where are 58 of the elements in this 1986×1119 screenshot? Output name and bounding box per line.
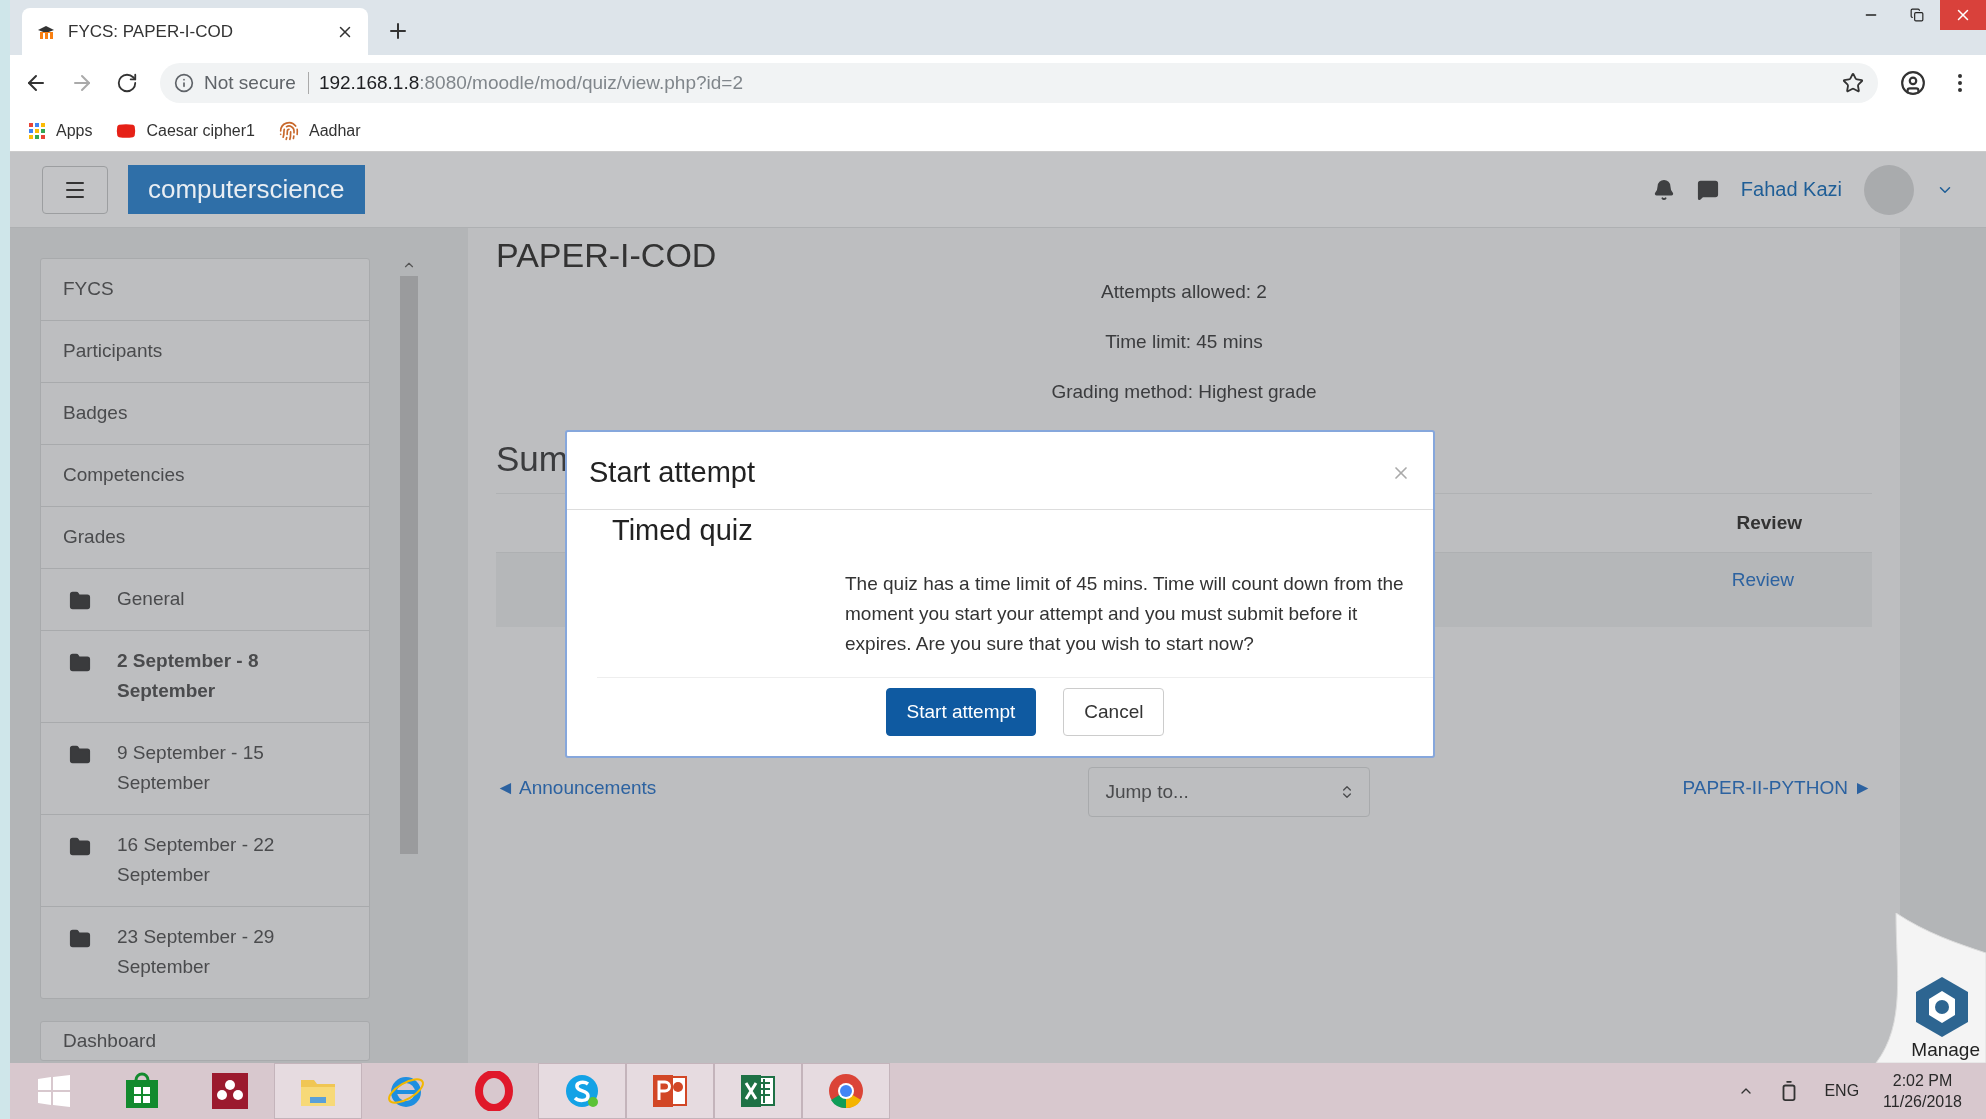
url-text: 192.168.1.8:8080/moodle/mod/quiz/view.php?id=2 [318,71,743,94]
clock[interactable]: 2:02 PM 11/26/2018 [1883,1070,1962,1112]
graduation-cap-icon [36,23,56,40]
fingerprint-icon [278,120,299,141]
bookmark-star-icon[interactable] [1842,71,1864,94]
page-title: PAPER-I-COD [496,236,718,275]
section-heading: Sum [496,439,568,479]
start-attempt-button[interactable]: Start attempt [885,688,1037,736]
address-bar[interactable]: Not secure 192.168.1.8:8080/moodle/mod/quiz/view.php?id=2 [160,62,1878,103]
bell-icon[interactable] [1652,178,1675,201]
sidebar-item[interactable]: FYCS [41,259,369,321]
quiz-info: Time limit: 45 mins [1104,331,1264,353]
sidebar-item[interactable]: 16 September - 22 September [41,815,369,907]
user-name[interactable]: Fahad Kazi [1740,178,1842,201]
folder-icon [69,652,91,670]
folder-icon [69,928,91,946]
jump-select[interactable]: Jump to... [1088,767,1371,817]
ring-o-icon[interactable] [474,1071,514,1111]
sidebar-item[interactable]: General [41,569,369,631]
browser-ball-icon[interactable] [826,1071,866,1111]
next-link[interactable]: PAPER-II-PYTHON ► [1682,777,1872,799]
dialog-heading: Timed quiz [612,514,754,547]
folder-icon [69,590,91,608]
quiz-info: Attempts allowed: 2 [1100,281,1268,303]
previous-link[interactable]: ◄ Announcements [496,777,657,799]
info-icon [174,72,194,93]
bookmark-link[interactable]: Apps [28,121,93,140]
grid-icon [28,121,46,140]
sidebar-item[interactable]: Competencies [41,445,369,507]
scrollbar-thumb[interactable] [400,276,418,854]
security-label: Not secure [204,71,309,94]
cancel-button[interactable]: Cancel [1063,688,1165,736]
sidebar-item[interactable]: Badges [41,383,369,445]
dialog-title: Start attempt [589,456,755,489]
sidebar-item[interactable]: Participants [41,321,369,383]
sidebar-item[interactable]: 9 September - 15 September [41,723,369,815]
taskbar-button[interactable] [626,1063,714,1119]
chat-icon[interactable] [1696,178,1719,201]
dialog-message: The quiz has a time limit of 45 mins. Time will count down from the moment you start your attempt and you must submit before it expires. Are you sure that you wish to start now? [845,572,1405,656]
site-name[interactable]: computerscience [128,165,365,214]
folder-icon [69,836,91,854]
menu-button[interactable] [42,165,108,214]
taskbar-button[interactable] [714,1063,802,1119]
sidebar-item[interactable]: Grades [41,507,369,569]
language-indicator[interactable]: ENG [1824,1082,1860,1100]
sidebar-item[interactable]: 2 September - 8 September [41,631,369,723]
review-link[interactable]: Review [1731,569,1794,591]
browser-tab[interactable]: FYCS: PAPER-I-COD [22,8,368,55]
folder-icon [69,744,91,762]
bookmark-link[interactable]: Caesar cipher1 [116,120,255,141]
sidebar-item[interactable]: 23 September - 29 September [41,907,369,998]
bookmark-link[interactable]: Aadhar [278,120,361,141]
sidebar-item[interactable]: Dashboard [40,1021,370,1061]
quiz-info: Grading method: Highest grade [1050,381,1318,403]
desktop-widget-label[interactable]: Manage [1911,1039,1980,1061]
reload-icon[interactable] [116,71,138,94]
dots-network-icon[interactable] [210,1071,250,1111]
account-icon[interactable] [1900,69,1926,96]
